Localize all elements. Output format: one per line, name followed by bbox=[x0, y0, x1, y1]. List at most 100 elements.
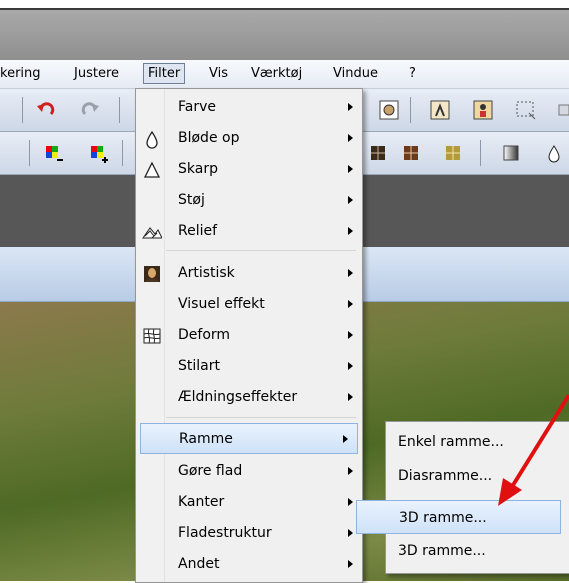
menu-item-farve[interactable]: Farve bbox=[136, 92, 362, 123]
menu-filter[interactable]: Filter bbox=[143, 63, 186, 84]
portrait-icon bbox=[144, 266, 160, 282]
submenu-item-label: Enkel ramme... bbox=[398, 434, 504, 450]
menu-item-label: Relief bbox=[178, 223, 218, 239]
menu-vindue[interactable]: Vindue bbox=[333, 66, 378, 81]
drop-icon bbox=[548, 145, 560, 163]
color-plus-button[interactable] bbox=[84, 139, 112, 167]
crop-person-icon bbox=[473, 100, 493, 120]
pattern-button-2[interactable] bbox=[397, 139, 425, 167]
submenu-arrow-icon bbox=[348, 300, 353, 308]
toolbar-separator bbox=[480, 140, 481, 166]
blur-drop-button[interactable] bbox=[540, 139, 568, 167]
person-frame-icon bbox=[430, 100, 450, 120]
tool-button-4[interactable] bbox=[556, 96, 569, 124]
window-top-edge bbox=[0, 0, 569, 8]
menu-item-label: Deform bbox=[178, 327, 231, 343]
redo-icon bbox=[81, 102, 99, 116]
menu-vis[interactable]: Vis bbox=[209, 66, 228, 81]
tool-button-1[interactable] bbox=[375, 96, 403, 124]
drop-outline-icon bbox=[146, 130, 158, 149]
menu-justere[interactable]: Justere bbox=[74, 66, 119, 81]
submenu-arrow-icon bbox=[348, 269, 353, 277]
submenu-arrow-icon bbox=[348, 196, 353, 204]
menu-item-deform[interactable]: Deform bbox=[136, 320, 362, 351]
pattern-button-3[interactable] bbox=[439, 139, 467, 167]
gradient-square-icon bbox=[503, 145, 519, 161]
dotted-selection-icon bbox=[516, 101, 536, 120]
submenu-arrow-icon bbox=[348, 103, 353, 111]
color-minus-icon bbox=[46, 146, 63, 161]
submenu-item-label: 3D ramme... bbox=[399, 510, 487, 526]
submenu-item-3d-ramme-highlighted[interactable]: 3D ramme... bbox=[356, 500, 561, 534]
grid-deform-icon bbox=[143, 328, 161, 344]
menu-item-label: Visuel effekt bbox=[178, 296, 265, 312]
menu-item-label: Skarp bbox=[178, 161, 218, 177]
tool-button-2[interactable] bbox=[426, 96, 454, 124]
brown-grid-icon bbox=[404, 146, 418, 160]
pattern-button-1[interactable] bbox=[364, 139, 392, 167]
menu-item-label: Farve bbox=[178, 99, 217, 115]
menu-vaerktoej[interactable]: Værktøj bbox=[251, 66, 302, 81]
gradient-button[interactable] bbox=[497, 139, 525, 167]
toolbar-separator bbox=[410, 97, 411, 123]
menu-item-goere-flad[interactable]: Gøre flad bbox=[136, 456, 362, 487]
menu-item-artistisk[interactable]: Artistisk bbox=[136, 258, 362, 289]
menu-item-label: Støj bbox=[178, 192, 205, 208]
menu-item-label: Artistisk bbox=[178, 265, 235, 281]
menu-item-bloede-op[interactable]: Bløde op bbox=[136, 123, 362, 154]
menu-item-stoej[interactable]: Støj bbox=[136, 185, 362, 216]
menu-item-stilart[interactable]: Stilart bbox=[136, 351, 362, 382]
menu-item-skarp[interactable]: Skarp bbox=[136, 154, 362, 185]
menu-item-label: Kanter bbox=[178, 494, 225, 510]
color-minus-button[interactable] bbox=[39, 139, 67, 167]
submenu-arrow-icon bbox=[343, 435, 348, 443]
menu-item-kanter[interactable]: Kanter bbox=[136, 487, 362, 518]
menu-item-label: Gøre flad bbox=[178, 463, 243, 479]
toolbar-separator bbox=[29, 140, 30, 166]
submenu-item-3d-ramme[interactable]: 3D ramme... bbox=[386, 534, 569, 568]
submenu-item-enkel-ramme[interactable]: Enkel ramme... bbox=[386, 425, 569, 459]
submenu-item-diasramme[interactable]: Diasramme... bbox=[386, 459, 569, 493]
menu-item-relief[interactable]: Relief bbox=[136, 216, 362, 247]
menu-item-ramme[interactable]: Ramme bbox=[140, 423, 358, 454]
menu-item-label: Ramme bbox=[179, 431, 233, 447]
color-plus-icon bbox=[91, 146, 108, 163]
menu-separator bbox=[166, 250, 356, 251]
tool-button-3[interactable] bbox=[469, 96, 497, 124]
submenu-arrow-icon bbox=[348, 165, 353, 173]
selection-button[interactable] bbox=[512, 96, 540, 124]
menu-item-visuel-effekt[interactable]: Visuel effekt bbox=[136, 289, 362, 320]
submenu-item-label: Diasramme... bbox=[398, 468, 493, 484]
toolbar-separator bbox=[122, 140, 123, 166]
submenu-arrow-icon bbox=[348, 467, 353, 475]
menu-item-aeldningseffekter[interactable]: Ældningseffekter bbox=[136, 382, 362, 413]
olive-grid-icon bbox=[446, 146, 460, 160]
menu-item-andet[interactable]: Andet bbox=[136, 549, 362, 580]
undo-icon bbox=[37, 102, 55, 116]
submenu-arrow-icon bbox=[348, 134, 353, 142]
relief-mountain-icon bbox=[142, 227, 162, 239]
toolbar-separator bbox=[119, 97, 120, 123]
submenu-arrow-icon bbox=[348, 529, 353, 537]
menu-redigering[interactable]: kering bbox=[0, 66, 41, 81]
submenu-arrow-icon bbox=[348, 227, 353, 235]
undo-button[interactable] bbox=[32, 96, 60, 124]
triangle-outline-icon bbox=[143, 161, 161, 178]
menu-item-fladestruktur[interactable]: Fladestruktur bbox=[136, 518, 362, 549]
toolbar-overflow-icon bbox=[558, 104, 569, 116]
dark-grid-icon bbox=[371, 146, 385, 160]
redo-button[interactable] bbox=[76, 96, 104, 124]
menu-help[interactable]: ? bbox=[409, 66, 416, 81]
submenu-item-label: 3D ramme... bbox=[398, 543, 486, 559]
title-bar bbox=[0, 10, 569, 60]
submenu-arrow-icon bbox=[348, 393, 353, 401]
menu-item-label: Ældningseffekter bbox=[178, 389, 298, 405]
submenu-arrow-icon bbox=[348, 560, 353, 568]
menu-separator bbox=[166, 417, 356, 418]
menu-item-label: Stilart bbox=[178, 358, 220, 374]
submenu-arrow-icon bbox=[348, 331, 353, 339]
menu-bar: kering Justere Filter Vis Værktøj Vindue… bbox=[0, 60, 569, 89]
ramme-submenu: Enkel ramme... Diasramme... 3D ramme... … bbox=[356, 421, 569, 574]
menu-item-label: Bløde op bbox=[178, 130, 240, 146]
menu-item-label: Fladestruktur bbox=[178, 525, 272, 541]
